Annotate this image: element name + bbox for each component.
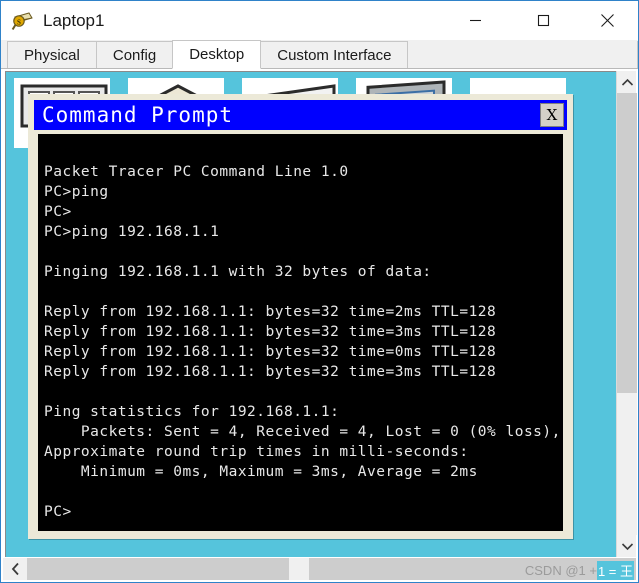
command-prompt-close-button[interactable]: X [540,103,564,127]
desktop-content-area: Command Prompt X Packet Tracer PC Comman… [1,69,638,582]
vertical-scrollbar[interactable] [616,71,637,557]
window-titlebar: S Laptop1 [1,1,638,40]
scroll-up-button[interactable] [617,71,637,93]
command-prompt-window: Command Prompt X Packet Tracer PC Comman… [28,94,573,539]
horizontal-scroll-thumb[interactable] [289,558,309,580]
command-prompt-title: Command Prompt [42,103,234,127]
vertical-scroll-thumb[interactable] [617,93,637,393]
tab-physical[interactable]: Physical [7,41,97,68]
packet-tracer-device-icon: S [11,9,35,33]
maximize-icon [537,14,549,27]
chevron-up-icon [621,78,633,86]
close-icon [600,14,614,27]
svg-text:S: S [17,18,21,26]
scroll-left-button[interactable] [3,558,27,580]
horizontal-scrollbar[interactable] [3,558,636,580]
scroll-down-button[interactable] [617,535,637,557]
terminal-screen[interactable]: Packet Tracer PC Command Line 1.0 PC>pin… [38,134,563,531]
window-title: Laptop1 [43,10,105,30]
terminal-output: Packet Tracer PC Command Line 1.0 PC>pin… [44,164,561,520]
command-prompt-titlebar[interactable]: Command Prompt X [34,100,567,130]
tab-config[interactable]: Config [95,41,174,68]
chevron-left-icon [11,562,19,576]
tab-strip-filler [407,41,638,68]
close-button[interactable] [584,1,630,40]
minimize-icon [469,19,481,22]
chevron-down-icon [621,542,633,550]
horizontal-scroll-track[interactable] [27,558,636,580]
minimize-button[interactable] [452,1,498,40]
tab-custom-interface[interactable]: Custom Interface [260,41,409,68]
vertical-scroll-track[interactable] [617,93,637,535]
tab-desktop[interactable]: Desktop [172,40,262,69]
laptop1-window: S Laptop1 Physical Config Desktop Custom [0,0,639,583]
tab-bar: Physical Config Desktop Custom Interface [1,40,638,69]
desktop-canvas[interactable]: Command Prompt X Packet Tracer PC Comman… [5,71,616,557]
maximize-button[interactable] [520,1,566,40]
